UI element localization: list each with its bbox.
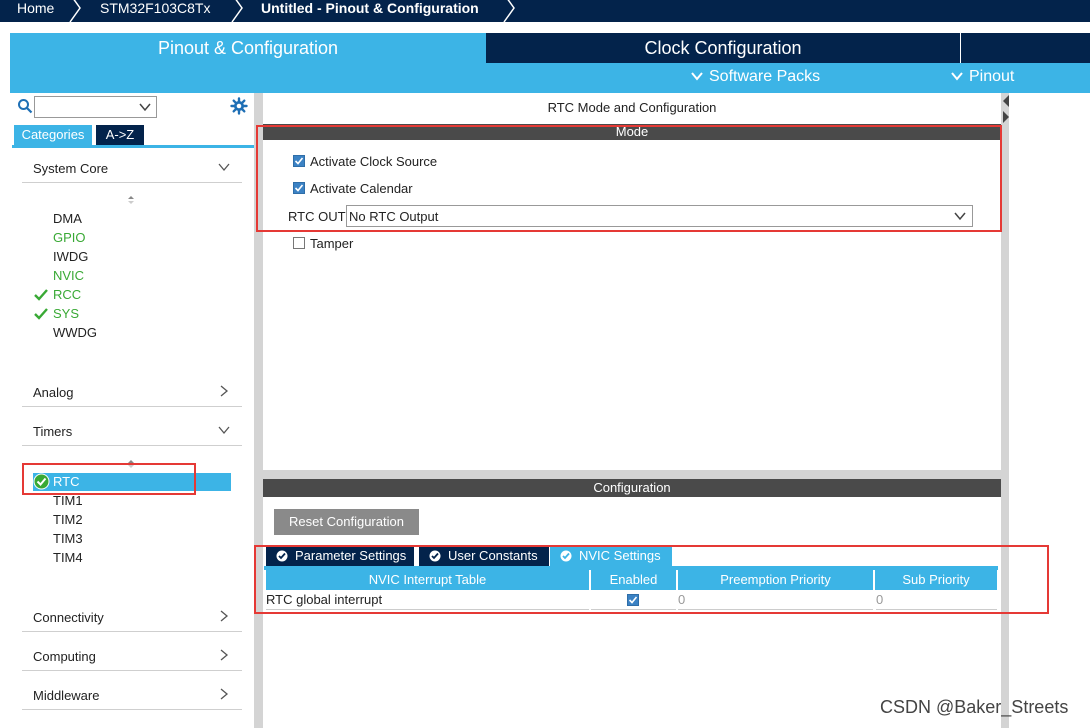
list-item-tim1[interactable]: TIM1: [53, 493, 83, 508]
software-packs-label: Software Packs: [709, 68, 821, 85]
annotation-box-nvic: [254, 545, 1049, 614]
chevron-right-icon: [220, 610, 229, 622]
list-item-wwdg[interactable]: WWDG: [53, 325, 97, 340]
checkbox-box[interactable]: [293, 237, 305, 249]
section-label: Timers: [33, 424, 73, 439]
breadcrumb-chip[interactable]: STM32F103C8Tx: [100, 0, 210, 22]
chevron-down-icon: [139, 103, 151, 112]
breadcrumb: Home STM32F103C8Tx Untitled - Pinout & C…: [0, 0, 1090, 22]
pinout-label: Pinout: [969, 68, 1015, 85]
tab-a-z[interactable]: A->Z: [96, 125, 144, 145]
section-label: Analog: [33, 385, 74, 400]
reset-configuration-button[interactable]: Reset Configuration: [274, 509, 419, 535]
section-computing[interactable]: Computing: [22, 647, 242, 671]
gear-icon[interactable]: [230, 97, 248, 115]
right-splitter[interactable]: [1001, 93, 1009, 728]
search-icon[interactable]: [17, 98, 33, 114]
list-item-tim4[interactable]: TIM4: [53, 550, 83, 565]
chevron-right-icon: [231, 0, 243, 22]
section-middleware[interactable]: Middleware: [22, 686, 242, 710]
chevron-right-icon: [220, 649, 229, 661]
sort-arrows-icon[interactable]: [126, 195, 136, 205]
section-label: Connectivity: [33, 610, 104, 625]
section-timers[interactable]: Timers: [22, 422, 242, 446]
collapse-arrows-icon[interactable]: [1002, 93, 1010, 133]
list-item-rcc[interactable]: RCC: [53, 287, 81, 302]
tab-pinout-configuration[interactable]: Pinout & Configuration: [10, 33, 486, 63]
annotation-box-mode: [256, 125, 1002, 232]
pinout-menu[interactable]: Pinout: [951, 68, 1014, 86]
chevron-right-icon: [220, 385, 229, 397]
breadcrumb-home[interactable]: Home: [17, 0, 54, 22]
list-item-dma[interactable]: DMA: [53, 211, 82, 226]
list-item-gpio[interactable]: GPIO: [53, 230, 86, 245]
chevron-right-icon: [220, 688, 229, 700]
section-label: Computing: [33, 649, 96, 664]
software-packs-menu[interactable]: Software Packs: [691, 68, 820, 86]
check-icon: [34, 308, 48, 320]
panel-splitter[interactable]: [263, 470, 1001, 479]
watermark: CSDN @Baker_Streets: [880, 697, 1069, 717]
list-item-sys[interactable]: SYS: [53, 306, 79, 321]
list-item-tim2[interactable]: TIM2: [53, 512, 83, 527]
tab-categories[interactable]: Categories: [14, 125, 92, 145]
search-combo[interactable]: [34, 96, 157, 118]
section-analog[interactable]: Analog: [22, 383, 242, 407]
left-panel: [10, 93, 254, 728]
chevron-right-icon: [69, 0, 81, 22]
panel-title: RTC Mode and Configuration: [547, 100, 717, 115]
check-icon: [34, 289, 48, 301]
chevron-down-icon: [218, 163, 230, 172]
section-connectivity[interactable]: Connectivity: [22, 608, 242, 632]
list-item-iwdg[interactable]: IWDG: [53, 249, 88, 264]
section-label: Middleware: [33, 688, 100, 703]
list-item-tim3[interactable]: TIM3: [53, 531, 83, 546]
chevron-right-icon: [503, 0, 515, 22]
chevron-down-icon: [951, 72, 963, 81]
category-tab-underline: [12, 145, 254, 148]
main-tabs: Pinout & Configuration Clock Configurati…: [10, 33, 1090, 63]
tab-clock-configuration[interactable]: Clock Configuration: [486, 33, 960, 63]
annotation-box-rtc: [22, 463, 196, 495]
section-system-core[interactable]: System Core: [22, 159, 242, 183]
sub-menu-bar: Software Packs Pinout: [10, 63, 1090, 93]
tab-extra[interactable]: [961, 33, 1090, 63]
chevron-down-icon: [218, 426, 230, 435]
breadcrumb-page[interactable]: Untitled - Pinout & Configuration: [261, 0, 479, 22]
chevron-down-icon: [691, 72, 703, 81]
configuration-header: Configuration: [263, 479, 1001, 497]
list-item-nvic[interactable]: NVIC: [53, 268, 84, 283]
section-label: System Core: [33, 161, 109, 176]
checkbox-label: Tamper: [310, 236, 354, 251]
